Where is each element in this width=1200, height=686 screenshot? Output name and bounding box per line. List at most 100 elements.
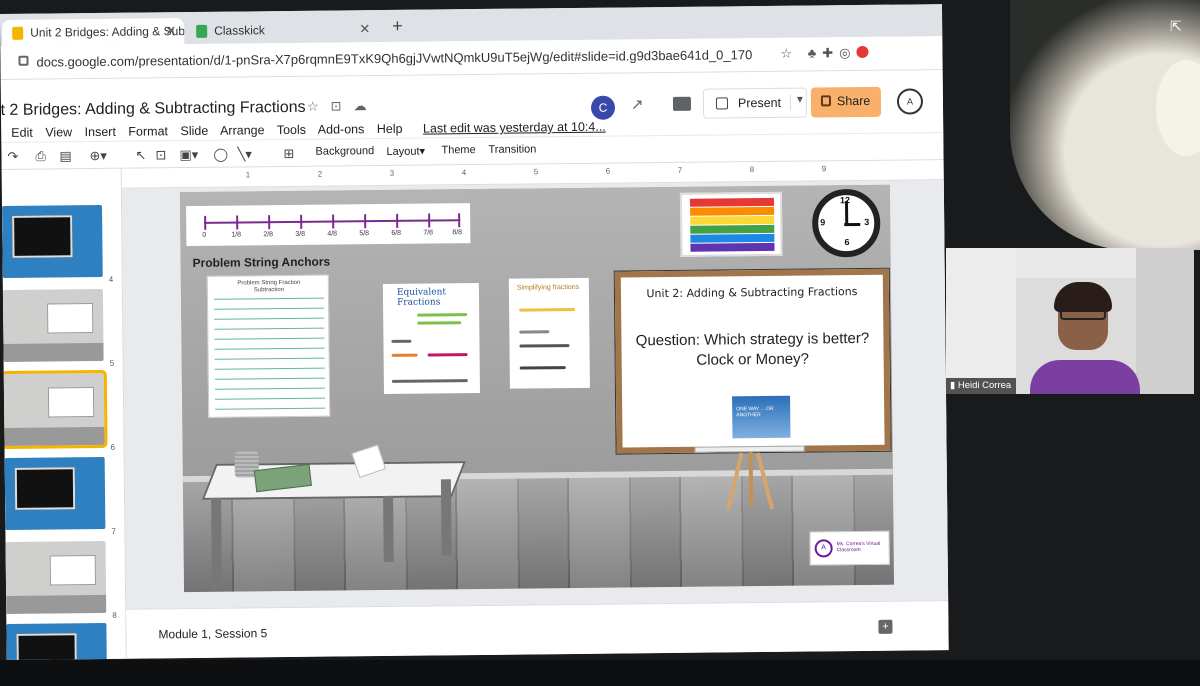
bookmark-star-icon[interactable]: ☆ bbox=[780, 46, 798, 61]
menu-arrange[interactable]: Arrange bbox=[220, 123, 265, 137]
number-line[interactable]: 0 1/8 2/8 3/8 4/8 5/8 6/8 7/8 8/8 bbox=[186, 203, 471, 247]
star-icon[interactable]: ☆ bbox=[307, 99, 331, 114]
number-line-label: 8/8 bbox=[452, 229, 463, 237]
tab-classkick[interactable]: Classkick ✕ bbox=[186, 16, 378, 44]
clock-hour-hand bbox=[844, 223, 861, 227]
easel-leg bbox=[748, 452, 754, 507]
text-box-icon[interactable]: ⊡ bbox=[155, 147, 166, 163]
speaker-notes[interactable]: Module 1, Session 5 + bbox=[126, 600, 949, 659]
participant-glasses bbox=[1060, 308, 1106, 320]
move-folder-icon[interactable]: ⊡ bbox=[331, 98, 354, 113]
last-edit-link[interactable]: Last edit was yesterday at 10:4... bbox=[423, 120, 606, 136]
slide-thumbnail-selected[interactable] bbox=[0, 369, 108, 450]
slide-thumbnail[interactable] bbox=[4, 456, 106, 530]
menu-view[interactable]: View bbox=[45, 125, 72, 139]
fraction-bar bbox=[690, 215, 775, 225]
document-title[interactable]: it 2 Bridges: Adding & Subtracting Fract… bbox=[0, 99, 306, 120]
video-tile[interactable]: ▮ Heidi Correa bbox=[946, 248, 1194, 394]
print-icon[interactable]: ⎙ bbox=[35, 149, 46, 165]
photo-stage: ⇱ Unit 2 Bridges: Adding & Subtr ✕ Class… bbox=[0, 0, 1200, 686]
activity-trend-icon[interactable]: ↗ bbox=[631, 95, 644, 113]
menu-slide[interactable]: Slide bbox=[180, 124, 208, 138]
layout-button[interactable]: Layout▾ bbox=[386, 145, 425, 158]
anchor-chart-equivalent[interactable]: Equivalent Fractions bbox=[382, 283, 480, 394]
tab-slides[interactable]: Unit 2 Bridges: Adding & Subtr ✕ bbox=[2, 18, 185, 46]
menu-format[interactable]: Format bbox=[128, 124, 168, 138]
background-button[interactable]: Background bbox=[315, 145, 374, 158]
number-line-label: 7/8 bbox=[423, 229, 434, 237]
theme-button[interactable]: Theme bbox=[441, 144, 475, 156]
number-line-label: 1/8 bbox=[231, 231, 242, 239]
chevron-down-icon[interactable]: ▼ bbox=[789, 94, 805, 111]
fraction-bar bbox=[690, 206, 775, 216]
redo-icon[interactable]: ↷ bbox=[7, 149, 18, 165]
chevron-down-icon: ▾ bbox=[419, 145, 426, 158]
share-button[interactable]: Share bbox=[810, 86, 882, 118]
anchor-chart-simplifying[interactable]: Simplifying fractions bbox=[508, 277, 590, 389]
extension-icon[interactable]: ♣ bbox=[808, 45, 823, 60]
room-wall bbox=[1136, 248, 1194, 394]
classroom-logo[interactable]: A Ms. Correa's Virtual Classroom bbox=[809, 530, 890, 566]
zoom-icon[interactable]: ⊕▾ bbox=[89, 148, 107, 164]
menu-add-ons[interactable]: Add-ons bbox=[318, 122, 365, 136]
number-line-label: 3/8 bbox=[295, 230, 306, 238]
easel-whiteboard[interactable]: Unit 2: Adding & Subtracting Fractions Q… bbox=[614, 268, 891, 454]
room-ceiling bbox=[1016, 248, 1136, 278]
image-icon[interactable]: ▣▾ bbox=[179, 147, 198, 163]
board-image[interactable]: ONE WAY ... OR ANOTHER bbox=[732, 395, 791, 439]
anchor-chart-subtraction[interactable]: Problem String Fraction Subtraction bbox=[206, 274, 331, 418]
menu-edit[interactable]: Edit bbox=[11, 126, 33, 140]
paint-format-icon[interactable]: ▤ bbox=[59, 148, 71, 164]
slide-thumbnail[interactable] bbox=[6, 622, 108, 660]
account-avatar[interactable]: A bbox=[896, 88, 924, 115]
menu-insert[interactable]: Insert bbox=[85, 125, 116, 139]
number-line-tick bbox=[268, 215, 271, 230]
fraction-bar-chart[interactable] bbox=[679, 191, 783, 257]
wall-clock[interactable]: 12 3 6 9 bbox=[811, 188, 881, 258]
line-icon[interactable]: ╲▾ bbox=[237, 146, 252, 162]
ruler-mark: 4 bbox=[461, 168, 467, 178]
close-icon[interactable]: ✕ bbox=[165, 23, 176, 39]
table-leg bbox=[211, 497, 223, 590]
fraction-bar bbox=[689, 197, 775, 207]
explore-icon[interactable]: + bbox=[878, 619, 893, 634]
profile-icon[interactable]: ◎ bbox=[839, 45, 856, 60]
slide-thumbnail[interactable] bbox=[2, 288, 104, 362]
shape-icon[interactable]: ◯ bbox=[213, 147, 228, 163]
title-icons: ☆⊡☁ bbox=[307, 98, 379, 115]
slide[interactable]: 0 1/8 2/8 3/8 4/8 5/8 6/8 7/8 8/8 Proble… bbox=[179, 184, 895, 593]
transition-button[interactable]: Transition bbox=[488, 143, 536, 156]
number-line-label: 0 bbox=[202, 231, 207, 239]
present-button[interactable]: Present ▼ bbox=[702, 87, 808, 119]
slide-number: 7 bbox=[111, 526, 116, 536]
menu-tools[interactable]: Tools bbox=[277, 123, 306, 137]
number-line-label: 5/8 bbox=[359, 230, 370, 238]
new-tab-button[interactable]: + bbox=[392, 16, 403, 37]
board-question: Question: Which strategy is better? Cloc… bbox=[635, 329, 870, 369]
select-icon[interactable]: ↖ bbox=[135, 147, 146, 163]
number-line-label: 4/8 bbox=[327, 230, 338, 238]
slide-thumbnail[interactable] bbox=[2, 204, 103, 278]
close-icon[interactable]: ✕ bbox=[359, 21, 370, 37]
url-field[interactable]: docs.google.com/presentation/d/1-pnSra-X… bbox=[36, 47, 752, 69]
tab-label: Unit 2 Bridges: Adding & Subtr bbox=[30, 23, 185, 40]
menu-help[interactable]: Help bbox=[377, 122, 403, 136]
logo-text: Ms. Correa's Virtual Classroom bbox=[836, 540, 881, 554]
table-leg bbox=[383, 495, 394, 563]
record-icon[interactable] bbox=[856, 45, 869, 59]
logo-mark: A bbox=[814, 539, 833, 558]
slide-thumbnail[interactable] bbox=[5, 540, 107, 614]
puzzle-icon[interactable]: ✚ bbox=[822, 45, 839, 60]
participant-name: Heidi Correa bbox=[957, 380, 1012, 391]
ruler-mark: 7 bbox=[677, 165, 683, 175]
speaker-notes-text: Module 1, Session 5 bbox=[158, 626, 268, 642]
lock-icon bbox=[18, 55, 29, 66]
ruler-mark: 8 bbox=[749, 165, 755, 175]
comment-add-icon[interactable]: ⊞ bbox=[283, 146, 294, 162]
clock-number: 9 bbox=[820, 217, 826, 228]
user-avatar[interactable]: C bbox=[590, 95, 616, 120]
fraction-bar bbox=[690, 242, 775, 252]
comment-icon[interactable] bbox=[672, 96, 692, 111]
room-wall bbox=[946, 248, 1016, 394]
clock-number: 6 bbox=[844, 237, 850, 248]
